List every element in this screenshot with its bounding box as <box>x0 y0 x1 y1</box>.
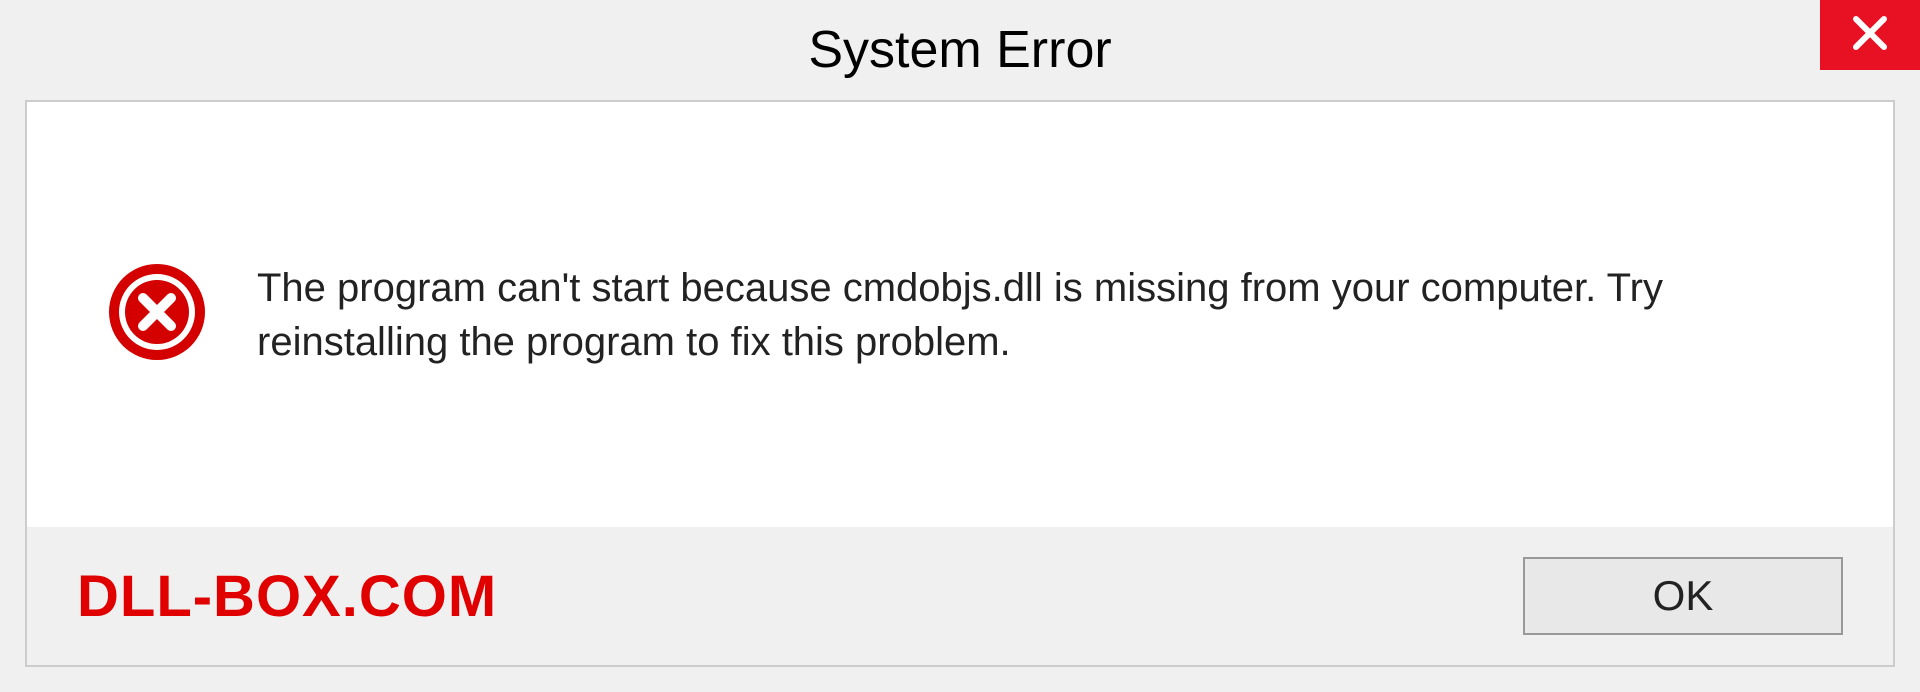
error-icon <box>107 262 207 367</box>
error-dialog: System Error The program can't <box>0 0 1920 692</box>
error-message: The program can't start because cmdobjs.… <box>257 261 1833 369</box>
bottom-bar: DLL-BOX.COM OK <box>27 527 1893 665</box>
close-icon <box>1850 13 1890 58</box>
title-bar: System Error <box>0 0 1920 100</box>
message-area: The program can't start because cmdobjs.… <box>27 102 1893 527</box>
dialog-title: System Error <box>808 20 1111 80</box>
ok-button[interactable]: OK <box>1523 557 1843 635</box>
watermark-text: DLL-BOX.COM <box>77 563 497 630</box>
content-panel: The program can't start because cmdobjs.… <box>25 100 1895 667</box>
close-button[interactable] <box>1820 0 1920 70</box>
